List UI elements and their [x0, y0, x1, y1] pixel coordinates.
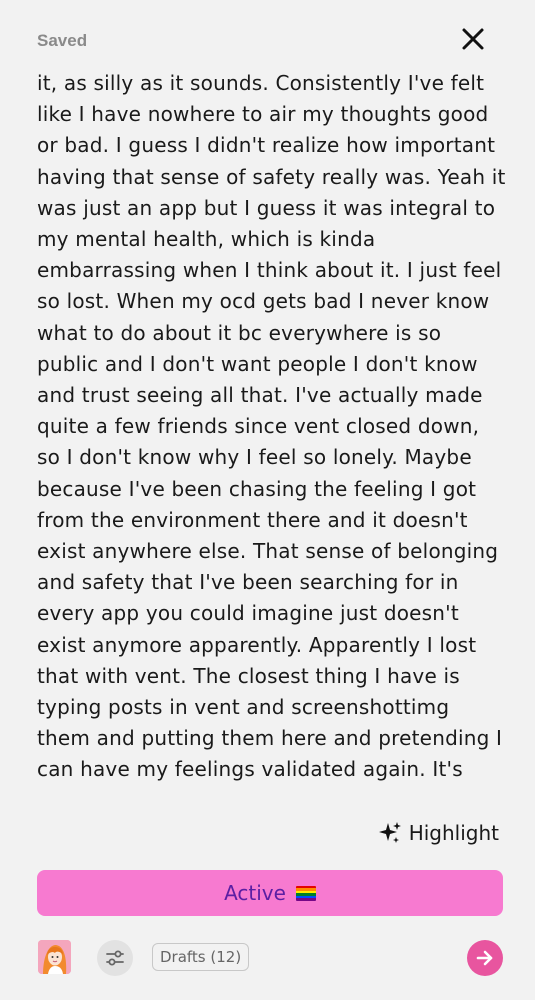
- highlight-button[interactable]: Highlight: [377, 817, 499, 849]
- post-body-text[interactable]: it, as silly as it sounds. Consistently …: [37, 68, 507, 786]
- saved-status: Saved: [37, 31, 88, 50]
- highlight-label: Highlight: [408, 821, 499, 845]
- drafts-label: Drafts (12): [160, 948, 242, 966]
- filter-button[interactable]: [97, 940, 133, 976]
- post-body-scroll[interactable]: it, as silly as it sounds. Consistently …: [37, 68, 507, 798]
- arrow-right-icon: [476, 950, 493, 966]
- pride-flag-icon: [295, 885, 316, 901]
- active-status-button[interactable]: Active: [37, 870, 503, 916]
- close-icon: [462, 28, 484, 50]
- close-button[interactable]: [458, 24, 488, 54]
- avatar-image: [38, 940, 71, 974]
- active-label: Active: [224, 881, 286, 905]
- avatar[interactable]: [38, 940, 71, 974]
- drafts-button[interactable]: Drafts (12): [152, 943, 250, 971]
- sliders-icon: [106, 950, 124, 966]
- sparkle-icon: [378, 822, 401, 843]
- next-button[interactable]: [467, 940, 503, 976]
